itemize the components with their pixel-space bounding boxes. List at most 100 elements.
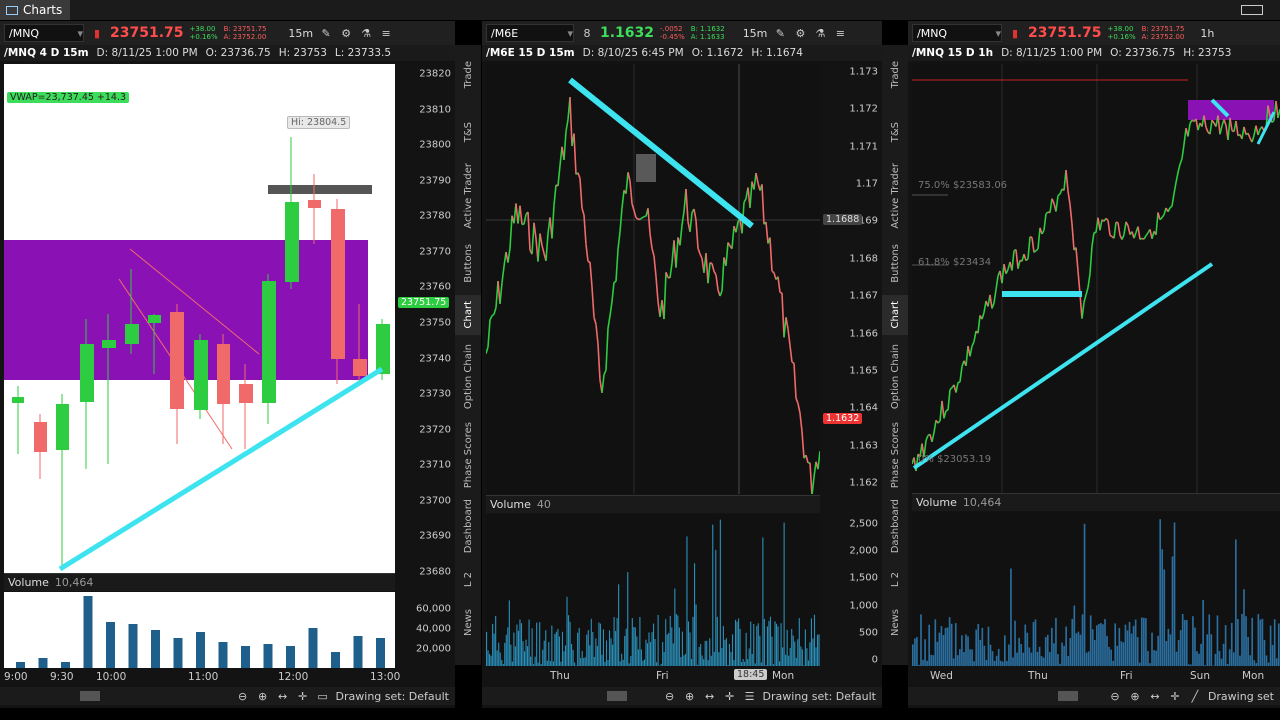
volume-bar — [486, 631, 488, 666]
link-icon[interactable]: ▮ — [1008, 26, 1022, 40]
sidebar-item-chart[interactable]: Chart — [882, 295, 908, 335]
candle — [102, 340, 116, 348]
drawing-set-label[interactable]: Drawing set: Default — [336, 690, 449, 703]
symbol-input[interactable]: /MNQ ▾ — [912, 24, 1002, 42]
settings-icon[interactable]: ⚙ — [793, 26, 807, 40]
symbol-input[interactable]: /MNQ ▾ — [4, 24, 84, 42]
drawing-set-label[interactable]: Drawing set — [1208, 690, 1274, 703]
sidebar-item-option-chain[interactable]: Option Chain — [455, 339, 481, 415]
link-icon[interactable]: ▮ — [90, 26, 104, 40]
timeframe-selector[interactable]: 1h — [1200, 27, 1214, 40]
sidebar-item-chart[interactable]: Chart — [455, 295, 481, 335]
sidebar-item-t-s[interactable]: T&S — [455, 107, 481, 157]
price-plot[interactable] — [485, 64, 821, 496]
price-segment — [1023, 253, 1027, 261]
volume-plot[interactable] — [912, 512, 1280, 666]
menu-icon[interactable]: ≡ — [833, 26, 847, 40]
flask-icon[interactable]: ⚗ — [813, 26, 827, 40]
price-segment — [553, 184, 557, 206]
flask-icon[interactable]: ⚗ — [359, 26, 373, 40]
app-title-tab[interactable]: Charts — [0, 0, 70, 20]
menu-icon[interactable]: ≡ — [379, 26, 393, 40]
volume-bar — [516, 624, 518, 666]
volume-bar — [625, 628, 627, 666]
volume-bar — [61, 662, 70, 668]
sidebar-item-phase-scores[interactable]: Phase Scores — [455, 419, 481, 491]
price-segment — [1205, 126, 1209, 133]
sidebar-item-l-2[interactable]: L 2 — [882, 561, 908, 599]
zoom-in-icon[interactable]: ⊕ — [1128, 689, 1142, 703]
scroll-handle[interactable] — [1058, 691, 1078, 701]
volume-bar — [578, 627, 580, 666]
price-plot[interactable]: 75.0% $23583.06 61.8% $23434 0% $23053.1… — [911, 64, 1280, 494]
volume-axis: 2,500 2,000 1,500 1,000 500 0 — [820, 514, 882, 666]
scroll-handle[interactable] — [80, 691, 100, 701]
zoom-out-icon[interactable]: ⊖ — [236, 689, 250, 703]
price-axis[interactable]: 23820 23810 23800 23790 23780 23770 23760 23750… — [395, 64, 455, 590]
volume-plot[interactable] — [4, 592, 408, 668]
scroll-handle[interactable] — [607, 691, 627, 701]
axis-tick-label: 20,000 — [416, 643, 451, 655]
crosshair-icon[interactable]: ✛ — [723, 689, 737, 703]
zoom-in-icon[interactable]: ⊕ — [683, 689, 697, 703]
volume-bar — [580, 658, 582, 666]
sidebar-item-l-2[interactable]: L 2 — [455, 561, 481, 599]
sidebar-item-active-trader[interactable]: Active Trader — [455, 161, 481, 231]
volume-bar — [531, 628, 533, 666]
pencil-icon[interactable]: ✎ — [319, 26, 333, 40]
sidebar-item-buttons[interactable]: Buttons — [455, 235, 481, 291]
sidebar-item-option-chain[interactable]: Option Chain — [882, 339, 908, 415]
crosshair-icon[interactable]: ✛ — [296, 689, 310, 703]
volume-bar — [1239, 655, 1241, 666]
price-plot[interactable]: VWAP=23,737.45 +14.3 Hi: 23804.5 — [4, 64, 395, 590]
crosshair-icon[interactable]: ✛ — [1168, 689, 1182, 703]
price-segment — [1175, 172, 1179, 183]
symbol-input[interactable]: /M6E ▾ — [486, 24, 574, 42]
zoom-out-icon[interactable]: ⊖ — [1108, 689, 1122, 703]
fib-75: 75.0% $23583.06 — [918, 180, 1008, 191]
volume-bar — [1163, 569, 1166, 666]
pan-icon[interactable]: ↔ — [276, 689, 290, 703]
drawing-set-label[interactable]: Drawing set: Default — [763, 690, 876, 703]
axis-tick-label: 23690 — [419, 530, 451, 542]
list-icon[interactable]: ☰ — [743, 689, 757, 703]
volume-bar — [1079, 634, 1082, 666]
price-segment — [595, 324, 599, 344]
sidebar-item-trade[interactable]: Trade — [455, 47, 481, 103]
volume-bar — [38, 658, 48, 668]
price-segment — [1123, 221, 1127, 235]
pan-icon[interactable]: ↔ — [1148, 689, 1162, 703]
draw-line-icon[interactable]: ╱ — [1188, 689, 1202, 703]
sidebar-item-phase-scores[interactable]: Phase Scores — [882, 419, 908, 491]
volume-plot[interactable] — [486, 514, 820, 666]
volume-bar — [730, 652, 732, 666]
settings-icon[interactable]: ⚙ — [339, 26, 353, 40]
sidebar-item-t-s[interactable]: T&S — [882, 107, 908, 157]
window-menu-icon[interactable] — [1241, 5, 1263, 15]
sidebar-item-trade[interactable]: Trade — [882, 47, 908, 103]
timeframe-selector[interactable]: 15m — [288, 27, 313, 40]
time-tick-label: Mon — [772, 670, 795, 682]
timeframe-selector[interactable]: 15m — [743, 27, 768, 40]
sidebar-item-dashboard[interactable]: Dashboard — [882, 495, 908, 557]
sidebar-item-dashboard[interactable]: Dashboard — [455, 495, 481, 557]
time-tick-label: Fri — [656, 670, 669, 682]
zoom-in-icon[interactable]: ⊕ — [256, 689, 270, 703]
price-segment — [627, 172, 631, 181]
pan-icon[interactable]: ↔ — [703, 689, 717, 703]
pencil-icon[interactable]: ✎ — [773, 26, 787, 40]
study-title: /M6E 15 D 15m — [486, 47, 575, 59]
sidebar-item-news[interactable]: News — [455, 603, 481, 643]
sidebar-item-buttons[interactable]: Buttons — [882, 235, 908, 291]
price-axis[interactable]: 1.173 1.172 1.171 1.17 1.169 1.168 1.167 1.166 1… — [820, 64, 882, 494]
link-icon[interactable]: 8 — [580, 26, 594, 40]
box-icon[interactable]: ▭ — [316, 689, 330, 703]
candle — [262, 281, 276, 403]
zoom-out-icon[interactable]: ⊖ — [663, 689, 677, 703]
volume-bar — [1016, 652, 1018, 666]
volume-bar — [759, 635, 761, 666]
sidebar-item-active-trader[interactable]: Active Trader — [882, 161, 908, 231]
volume-bar — [571, 643, 573, 666]
price-segment — [1117, 222, 1121, 236]
sidebar-item-news[interactable]: News — [882, 603, 908, 643]
